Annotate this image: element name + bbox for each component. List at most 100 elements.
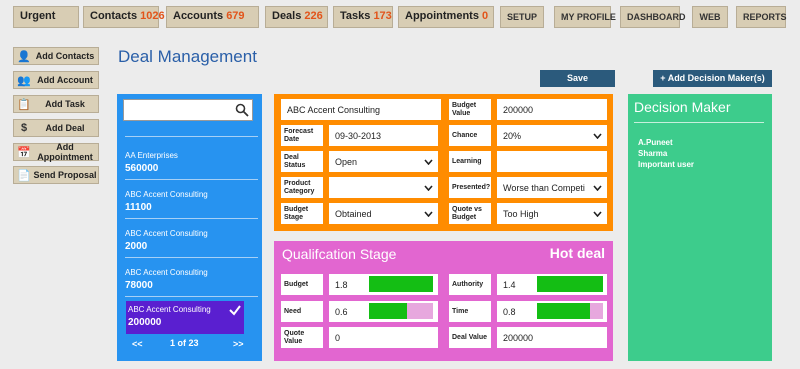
add-account-label: Add Account — [37, 75, 93, 85]
list-item-value: 200000 — [128, 317, 162, 328]
chance-value: 20% — [503, 130, 522, 141]
product-category-label: Product Category — [281, 177, 323, 198]
decision-maker-card[interactable]: A.Puneet Sharma Important user — [638, 137, 694, 170]
presented-select[interactable]: Worse than Competi — [497, 177, 607, 198]
tab-dashboard[interactable]: DASHBOARD — [620, 6, 686, 28]
tab-setup[interactable]: SETUP — [500, 6, 544, 28]
list-item-value: 11100 — [125, 202, 152, 213]
need-score-field[interactable]: 0.6 — [329, 301, 438, 322]
tab-appointments-count: 0 — [482, 10, 489, 22]
list-item-name: ABC Accent Consulting — [125, 268, 208, 277]
tab-appointments[interactable]: Appointments 0 — [398, 6, 494, 28]
need-score-fill — [369, 303, 408, 319]
tab-accounts-count: 679 — [226, 10, 245, 22]
chevron-down-icon — [593, 210, 602, 217]
time-score-field[interactable]: 0.8 — [497, 301, 607, 322]
budget-score-bar — [369, 276, 433, 292]
forecast-date-field[interactable]: 09-30-2013 — [329, 125, 438, 146]
list-item-value: 2000 — [125, 241, 148, 252]
need-score-label: Need — [281, 301, 323, 322]
deal-icon: $ — [20, 122, 28, 134]
tab-urgent[interactable]: Urgent — [13, 6, 79, 28]
tab-urgent-label: Urgent — [20, 10, 56, 22]
learning-field[interactable] — [497, 151, 607, 172]
list-item-name: ABC Accent Consulting — [125, 190, 208, 199]
check-icon — [229, 305, 241, 316]
product-category-select[interactable] — [329, 177, 438, 198]
budget-stage-select[interactable]: Obtained — [329, 203, 438, 224]
tab-tasks-count: 173 — [373, 10, 392, 22]
quote-vs-budget-value: Too High — [503, 208, 539, 219]
list-item[interactable]: ABC Accent Consulting 78000 — [125, 264, 258, 297]
list-item[interactable]: ABC Accent Consulting 11100 — [125, 186, 258, 219]
presented-value: Worse than Competi — [503, 182, 585, 193]
tab-accounts[interactable]: Accounts 679 — [166, 6, 259, 28]
proposal-icon: 📄 — [17, 169, 31, 182]
list-item[interactable]: AA Enterprises 560000 — [125, 147, 258, 180]
deal-name-field[interactable]: ABC Accent Consulting — [281, 99, 441, 120]
tab-deals[interactable]: Deals 226 — [265, 6, 328, 28]
page-title: Deal Management — [118, 47, 257, 66]
decision-maker-note: Important user — [638, 160, 695, 169]
time-score-fill — [537, 303, 590, 319]
quote-vs-budget-select[interactable]: Too High — [497, 203, 607, 224]
account-icon: 👥 — [17, 74, 31, 87]
quote-vs-budget-label: Quote vs Budget — [449, 203, 491, 224]
tab-deals-count: 226 — [304, 10, 323, 22]
add-deal-button[interactable]: $ Add Deal — [13, 119, 99, 137]
tab-contacts-count: 1026 — [140, 10, 165, 22]
chevron-down-icon — [593, 184, 602, 191]
appointment-icon: 📅 — [17, 146, 31, 159]
chance-label: Chance — [449, 125, 491, 146]
authority-score-bar — [537, 276, 603, 292]
budget-score-field[interactable]: 1.8 — [329, 274, 438, 295]
budget-value-label: Budget Value — [449, 99, 491, 120]
presented-label: Presented? — [449, 177, 491, 198]
chevron-down-icon — [424, 184, 433, 191]
list-item-value: 78000 — [125, 280, 153, 291]
authority-score-field[interactable]: 1.4 — [497, 274, 607, 295]
task-icon: 📋 — [17, 98, 31, 111]
list-item-selected[interactable]: ABC Accent Consulting 200000 — [126, 301, 244, 334]
time-score-value: 0.8 — [503, 306, 516, 317]
quote-value-field[interactable]: 0 — [329, 327, 438, 348]
authority-score-fill — [537, 276, 603, 292]
add-task-button[interactable]: 📋 Add Task — [13, 95, 99, 113]
search-input[interactable] — [123, 99, 253, 121]
tab-contacts[interactable]: Contacts 1026 — [83, 6, 165, 28]
tab-web[interactable]: WEB — [692, 6, 728, 28]
decision-maker-divider — [634, 122, 764, 123]
learning-label: Learning — [449, 151, 491, 172]
tab-my-profile[interactable]: MY PROFILE — [554, 6, 616, 28]
add-decision-maker-button[interactable]: + Add Decision Maker(s) — [653, 70, 772, 87]
send-proposal-button[interactable]: 📄 Send Proposal — [13, 166, 99, 184]
search-icon[interactable] — [235, 103, 249, 117]
budget-stage-label: Budget Stage — [281, 203, 323, 224]
deal-status-select[interactable]: Open — [329, 151, 438, 172]
add-appointment-button[interactable]: 📅 Add Appointment — [13, 142, 99, 162]
add-contacts-button[interactable]: 👤 Add Contacts — [13, 47, 99, 65]
need-score-value: 0.6 — [335, 306, 348, 317]
tab-reports[interactable]: REPORTS — [736, 6, 787, 28]
chance-select[interactable]: 20% — [497, 125, 607, 146]
authority-score-value: 1.4 — [503, 279, 516, 290]
deal-value-label: Deal Value — [449, 327, 491, 348]
deal-status-value: Open — [335, 156, 358, 167]
qualification-title: Qualifcation Stage — [282, 246, 397, 262]
budget-value-field[interactable]: 200000 — [497, 99, 607, 120]
tab-appointments-label: Appointments — [405, 10, 479, 22]
tab-contacts-label: Contacts — [90, 10, 138, 22]
pager-prev-button[interactable]: << — [132, 339, 143, 349]
list-divider — [125, 136, 258, 137]
authority-score-label: Authority — [449, 274, 491, 295]
quote-value-label: Quote Value — [281, 327, 323, 348]
add-account-button[interactable]: 👥 Add Account — [13, 71, 99, 89]
save-button[interactable]: Save — [540, 70, 615, 87]
deal-value-field[interactable]: 200000 — [497, 327, 607, 348]
list-item[interactable]: ABC Accent Consulting 2000 — [125, 225, 258, 258]
tab-tasks[interactable]: Tasks 173 — [333, 6, 393, 28]
decision-maker-name-line2: Sharma — [638, 149, 668, 158]
pager-next-button[interactable]: >> — [233, 339, 244, 349]
hot-deal-badge: Hot deal — [549, 245, 605, 261]
need-score-bar — [369, 303, 433, 319]
